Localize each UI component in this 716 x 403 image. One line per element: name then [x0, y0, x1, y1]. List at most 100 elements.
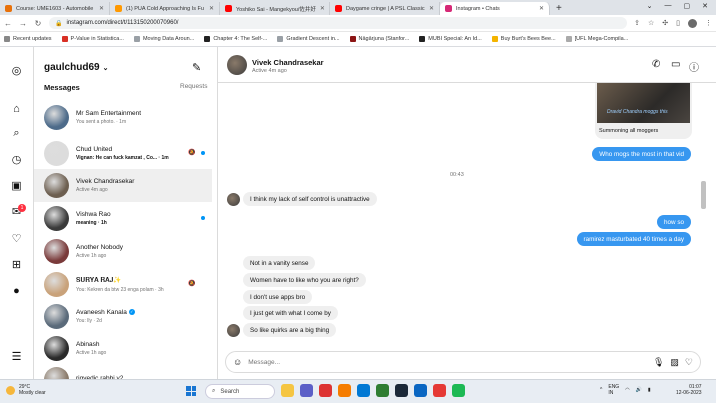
bookmark-item[interactable]: Gradient Descent in...	[277, 36, 340, 42]
heart-icon[interactable]: ♡	[685, 357, 693, 368]
close-icon[interactable]: ✕	[99, 5, 104, 12]
image-icon[interactable]: ▨	[670, 357, 679, 368]
bookmark-item[interactable]: Recent updates	[4, 36, 52, 42]
scrollbar-thumb[interactable]	[701, 181, 706, 209]
language-indicator[interactable]: ENG IN	[608, 384, 619, 396]
minimize-icon[interactable]: —	[665, 2, 672, 10]
firefox-icon[interactable]	[338, 384, 351, 397]
phone-icon[interactable]: ✆	[652, 59, 660, 70]
back-icon[interactable]: ←	[4, 19, 12, 28]
forward-icon[interactable]: →	[19, 19, 27, 28]
message-bubble-received[interactable]: Women have to like who you are right?	[243, 273, 366, 287]
more-menu-icon[interactable]: ☰	[10, 350, 23, 363]
file-explorer-icon[interactable]	[281, 384, 294, 397]
bookmark-item[interactable]: [UFL Mega-Compila...	[565, 36, 628, 42]
menu-icon[interactable]: ⋮	[705, 19, 712, 27]
taskbar-search[interactable]: ⌕ Search	[205, 384, 275, 399]
volume-icon[interactable]: 🔊	[636, 387, 642, 393]
extension-icon[interactable]: ✣	[662, 19, 668, 27]
chevron-up-icon[interactable]: ^	[600, 387, 602, 393]
browser-tab[interactable]: Instagram • Chats ✕	[440, 2, 550, 15]
sender-avatar[interactable]	[227, 324, 240, 337]
sidebar-toggle-icon[interactable]: ▯	[676, 19, 680, 27]
close-icon[interactable]: ✕	[209, 5, 214, 12]
app-icon[interactable]	[414, 384, 427, 397]
conversation-item[interactable]: rigvedic.rabbi.v2	[34, 363, 212, 379]
shared-media-image[interactable]: Dravid Chandra moggs this	[597, 83, 690, 123]
conversation-item[interactable]: Vivek Chandrasekar Active 4m ago	[34, 169, 212, 202]
conversation-item[interactable]: Chud United Vignan: He can fuck kamzat , …	[34, 137, 212, 170]
conversation-item[interactable]: Avaneesh Kanala ✓ You: lly · 2d	[34, 300, 212, 333]
bookmark-item[interactable]: Chapter 4: The Self-...	[204, 36, 267, 42]
edge-icon[interactable]	[357, 384, 370, 397]
weather-widget[interactable]: 29°C Mostly clear	[6, 384, 46, 396]
message-bubble-received[interactable]: I think my lack of self control is unatt…	[243, 192, 377, 206]
compose-icon[interactable]: ✎	[192, 61, 201, 74]
close-icon[interactable]: ✕	[539, 5, 544, 12]
browser-tab[interactable]: Course: UME1603 - Automobile ✕	[0, 2, 110, 15]
reels-icon[interactable]: ▣	[10, 179, 23, 192]
close-icon[interactable]: ✕	[702, 2, 708, 10]
new-tab-button[interactable]: +	[550, 2, 568, 15]
contact-name[interactable]: Vivek Chandrasekar	[252, 58, 324, 67]
reload-icon[interactable]: ↻	[34, 19, 42, 28]
heart-icon[interactable]: ♡	[10, 232, 23, 245]
profile-icon[interactable]: ●	[10, 284, 23, 297]
microphone-icon[interactable]: 🎙	[653, 357, 664, 368]
battery-icon[interactable]: ▮	[648, 387, 651, 393]
bookmark-item[interactable]: Buy Burt's Bees Bee...	[491, 36, 556, 42]
maximize-icon[interactable]: ▢	[684, 2, 691, 10]
explore-icon[interactable]: ◷	[10, 153, 23, 166]
bookmark-item[interactable]: P-Value in Statistica...	[61, 36, 124, 42]
muted-bell-icon: 🔕	[188, 150, 196, 156]
chat-scrollbar[interactable]	[699, 83, 707, 343]
search-icon[interactable]: ⌕	[10, 127, 23, 140]
bookmark-item[interactable]: Nāgārjuna (Stanfor...	[349, 36, 409, 42]
office-icon[interactable]	[319, 384, 332, 397]
message-bubble-received[interactable]: I don't use apps bro	[243, 290, 313, 304]
close-icon[interactable]: ✕	[429, 5, 434, 12]
video-call-icon[interactable]: ▭	[671, 59, 680, 70]
message-bubble-sent[interactable]: how so	[657, 215, 691, 229]
system-clock[interactable]: 01:07 12-06-2023	[676, 384, 702, 396]
bookmark-item[interactable]: MUBI Special: An Id...	[419, 36, 482, 42]
message-bubble-sent[interactable]: ramirez masturbated 40 times a day	[576, 232, 691, 246]
conversation-item[interactable]: Vishwa Rao meaning · 1h	[34, 202, 212, 235]
chrome-icon[interactable]	[376, 384, 389, 397]
instagram-logo-icon[interactable]: ◎	[10, 64, 23, 77]
info-icon[interactable]: ⓘ	[689, 59, 699, 74]
shared-media-card[interactable]: Dravid Chandra moggs this Summoning all …	[595, 83, 692, 139]
conversation-item[interactable]: Another Nobody Active 1h ago	[34, 235, 212, 268]
message-input[interactable]	[248, 358, 647, 366]
create-icon[interactable]: ⊞	[10, 258, 23, 271]
browser-tab[interactable]: Yoshiko Sai - Mangekyou/佐井好 ✕	[220, 2, 330, 15]
share-icon[interactable]: ⇪	[634, 19, 640, 27]
music-icon[interactable]	[452, 384, 465, 397]
conversation-item[interactable]: Abinash Active 1h ago	[34, 332, 212, 365]
browser-tab[interactable]: Daygame cringe | A PSL Classic ✕	[330, 2, 440, 15]
windows-start-icon[interactable]	[186, 386, 196, 396]
bookmark-item[interactable]: Moving Data Aroun...	[133, 36, 194, 42]
conversation-item[interactable]: 𝐒𝐔𝐑𝐘𝐀 𝐑𝐀𝐉✨ You: Kekren da btw 23 enga pol…	[34, 268, 212, 301]
office-suite-icon[interactable]	[433, 384, 446, 397]
contact-avatar[interactable]	[227, 55, 247, 75]
browser-tab[interactable]: (1) PUA Cold Approaching Is Fu ✕	[110, 2, 220, 15]
message-bubble-received[interactable]: So like quirks are a big thing	[243, 323, 337, 337]
requests-link[interactable]: Requests	[180, 83, 207, 90]
star-icon[interactable]: ☆	[648, 19, 654, 27]
emoji-icon[interactable]: ☺	[233, 357, 242, 367]
profile-avatar[interactable]	[688, 18, 697, 28]
account-switcher[interactable]: gaulchud69 ⌄	[44, 62, 108, 73]
close-icon[interactable]: ✕	[320, 5, 325, 12]
chevron-down-icon[interactable]: ⌄	[647, 2, 653, 10]
sender-avatar[interactable]	[227, 193, 240, 206]
message-bubble-received[interactable]: Not in a vanity sense	[243, 256, 316, 270]
wifi-icon[interactable]: ◠	[625, 387, 629, 393]
url-bar[interactable]: 🔒 instagram.com/direct/t/113150200070960…	[49, 17, 628, 29]
conversation-item[interactable]: Mr Sam Entertainment You sent a photo. · …	[34, 101, 212, 134]
message-bubble-sent[interactable]: Who mogs the most in that vid	[592, 147, 691, 161]
message-bubble-received[interactable]: I just get with what I come by	[243, 306, 338, 320]
teams-icon[interactable]	[300, 384, 313, 397]
steam-icon[interactable]	[395, 384, 408, 397]
home-icon[interactable]: ⌂	[10, 102, 23, 115]
